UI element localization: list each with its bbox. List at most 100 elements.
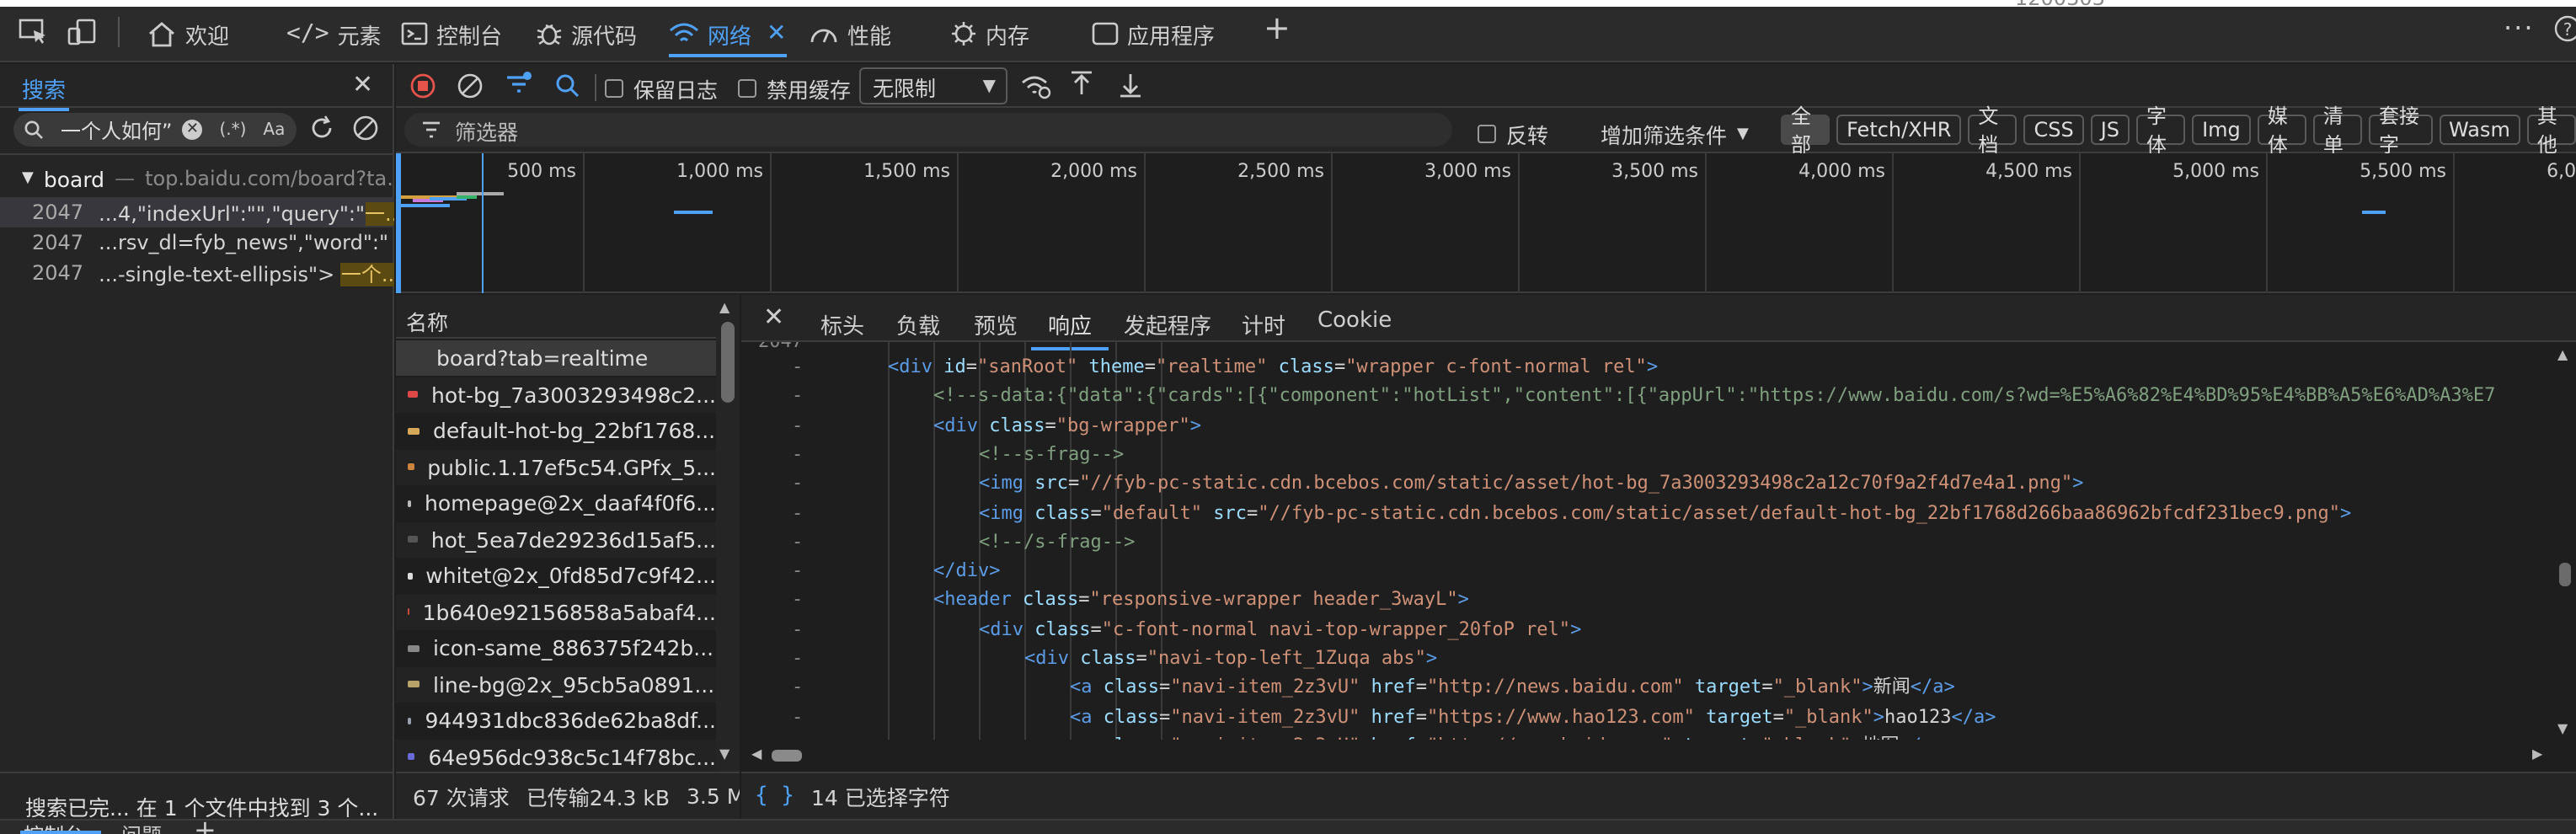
clear-log-icon[interactable] — [457, 72, 484, 99]
filter-icon[interactable] — [504, 71, 534, 98]
disable-cache-checkbox[interactable]: 禁用缓存 — [738, 72, 851, 104]
filter-type-chip[interactable]: 字体 — [2136, 104, 2186, 157]
device-emulation-icon[interactable] — [67, 19, 98, 45]
checkbox[interactable] — [738, 79, 756, 98]
scroll-right-icon[interactable]: ▶ — [2532, 746, 2542, 762]
refresh-search-icon[interactable] — [308, 115, 335, 142]
tab-preview[interactable]: 预览 — [974, 308, 1018, 340]
preserve-log-checkbox[interactable]: 保留日志 — [605, 72, 718, 104]
inspect-element-icon[interactable] — [19, 19, 49, 45]
request-list-scrollbar[interactable]: ▲ ▼ — [716, 295, 740, 772]
tab-welcome[interactable]: 欢迎 — [147, 10, 229, 57]
code-token: id — [943, 356, 966, 377]
code-vscrollbar[interactable]: ▲ ▼ — [2554, 342, 2576, 740]
filter-type-chip[interactable]: 文档 — [1968, 104, 2018, 157]
import-har-icon[interactable] — [1070, 71, 1093, 98]
help-icon[interactable]: ? — [2554, 15, 2576, 42]
filter-type-chip[interactable]: 套接字 — [2368, 104, 2433, 157]
scroll-up-icon[interactable]: ▲ — [719, 300, 730, 315]
tab-console[interactable]: 控制台 — [401, 10, 502, 57]
tab-payload[interactable]: 负载 — [896, 308, 940, 340]
request-row[interactable]: board?tab=realtime — [396, 340, 716, 376]
tab-network[interactable]: 网络 ✕ — [669, 10, 787, 57]
add-tab-icon[interactable]: + — [1264, 10, 1291, 47]
search-network-icon[interactable] — [554, 72, 581, 99]
code-token: <div — [979, 617, 1035, 640]
request-row[interactable]: default-hot-bg_22bf1768... — [396, 413, 716, 448]
search-result[interactable]: 2047 ...rsv_dl=fyb_news","word":" — [0, 227, 394, 258]
tab-memory[interactable]: 内存 — [950, 10, 1029, 57]
more-options-icon[interactable]: ··· — [2504, 12, 2535, 44]
scroll-up-icon[interactable]: ▲ — [2557, 347, 2568, 362]
regex-toggle[interactable]: (.*) — [219, 120, 246, 139]
response-body[interactable]: 2047-<div id="sanRoot" theme="realtime" … — [741, 342, 2554, 740]
page-strip-text: 1200303 — [2015, 0, 2105, 10]
tab-performance[interactable]: 性能 — [809, 10, 891, 57]
filter-type-chip[interactable]: JS — [2090, 115, 2130, 145]
tab-sources[interactable]: 源代码 — [536, 10, 637, 57]
tab-application[interactable]: 应用程序 — [1092, 10, 1215, 57]
request-row[interactable]: homepage@2x_daaf4f0f6... — [396, 485, 716, 521]
checkbox[interactable] — [605, 79, 623, 98]
request-row[interactable]: public.1.17ef5c54.GPfx_5... — [396, 449, 716, 484]
drawer-tab-issues[interactable]: 问题 — [121, 821, 162, 834]
add-drawer-tab-icon[interactable]: + — [194, 821, 216, 834]
request-row[interactable]: 1b640e92156858a5abaf4... — [396, 594, 716, 629]
scroll-down-icon[interactable]: ▼ — [719, 746, 730, 762]
scroll-left-icon[interactable]: ◀ — [751, 746, 762, 762]
tab-timing[interactable]: 计时 — [1242, 308, 1285, 340]
close-detail-icon[interactable]: ✕ — [763, 302, 784, 332]
filter-type-chip[interactable]: CSS — [2023, 115, 2084, 145]
close-tab-icon[interactable]: ✕ — [767, 20, 786, 47]
request-row[interactable]: icon-same_886375f242b... — [396, 630, 716, 666]
tab-elements[interactable]: </> 元素 — [286, 10, 382, 57]
search-tab[interactable]: 搜索 — [18, 72, 70, 111]
search-result[interactable]: 2047 ...4,"indexUrl":"","query":"一... — [0, 197, 394, 227]
throttle-select[interactable]: 无限制 ▼ — [859, 67, 1007, 104]
clear-results-icon[interactable] — [352, 115, 379, 142]
filter-type-chip[interactable]: Wasm — [2439, 115, 2520, 145]
network-conditions-icon[interactable] — [1021, 72, 1051, 99]
export-har-icon[interactable] — [1119, 71, 1142, 98]
scrollbar-thumb[interactable] — [772, 750, 802, 762]
filter-type-chip[interactable]: 媒体 — [2257, 104, 2306, 157]
clear-search-icon[interactable]: ✕ — [182, 120, 203, 140]
checkbox[interactable] — [1478, 125, 1496, 143]
scrollbar-thumb[interactable] — [2559, 563, 2571, 586]
scrollbar-thumb[interactable] — [721, 322, 735, 403]
tab-initiator[interactable]: 发起程序 — [1124, 308, 1211, 340]
tab-headers[interactable]: 标头 — [820, 308, 864, 340]
name-column-header[interactable]: 名称 — [396, 295, 716, 339]
tab-response[interactable]: 响应 — [1030, 308, 1109, 350]
filter-type-chip[interactable]: 其他 — [2526, 104, 2576, 157]
scroll-down-icon[interactable]: ▼ — [2557, 721, 2568, 736]
request-row[interactable]: line-bg@2x_95cb5a0891... — [396, 666, 716, 702]
invert-label: 反转 — [1506, 123, 1549, 148]
filter-type-chip[interactable]: 清单 — [2312, 104, 2362, 157]
request-row[interactable]: 64e956dc938c5c14f78bc... — [396, 739, 716, 774]
result-group[interactable]: ▼ board — top.baidu.com/board?ta... — [0, 163, 394, 194]
more-filters-dropdown[interactable]: 增加筛选条件 ▼ — [1601, 118, 1749, 150]
close-search-icon[interactable]: ✕ — [352, 69, 373, 99]
code-token: target — [1683, 676, 1762, 698]
filter-input[interactable]: 筛选器 — [404, 113, 1452, 147]
record-icon[interactable] — [409, 72, 436, 99]
search-result[interactable]: 2047 ...-single-text-ellipsis"> 一个... — [0, 258, 394, 288]
line-number: - — [792, 676, 804, 698]
filter-type-chip[interactable]: Fetch/XHR — [1836, 115, 1962, 145]
filter-type-chip[interactable]: 全部 — [1781, 104, 1830, 157]
code-token: target — [1672, 735, 1751, 740]
invert-checkbox[interactable]: 反转 — [1478, 118, 1548, 150]
timeline-selection-handle[interactable] — [396, 153, 401, 293]
filter-type-chip[interactable]: Img — [2192, 115, 2251, 145]
code-hscrollbar[interactable]: ◀ ▶ — [741, 746, 2554, 767]
request-row[interactable]: whitet@2x_0fd85d7c9f42... — [396, 558, 716, 593]
tab-cookies[interactable]: Cookie — [1317, 308, 1392, 334]
search-input[interactable]: 一个人如何” ✕ (.*) Aa — [13, 113, 297, 147]
match-case-toggle[interactable]: Aa — [263, 120, 285, 139]
request-row[interactable]: 944931dbc836de62ba8df... — [396, 703, 716, 738]
request-row[interactable]: hot_5ea7de29236d15af5... — [396, 521, 716, 557]
pretty-print-icon[interactable]: { } — [755, 783, 794, 809]
request-row[interactable]: hot-bg_7a3003293498c2... — [396, 377, 716, 412]
result-line-number: 2047 — [32, 261, 84, 285]
